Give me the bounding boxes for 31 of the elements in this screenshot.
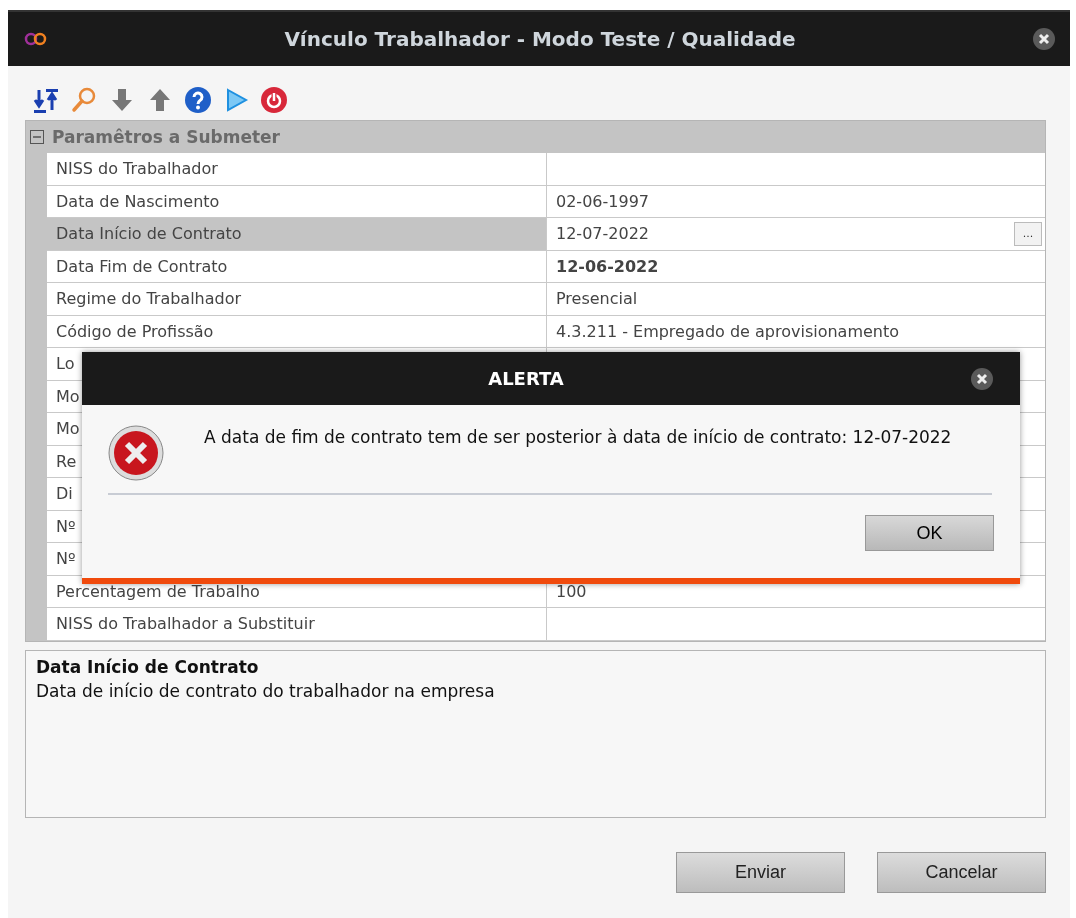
alert-message: A data de fim de contrato tem de ser posterior à data de início de contrato: 12-07-2022 [204, 427, 952, 449]
category-label: Paramêtros a Submeter [52, 127, 280, 147]
property-name[interactable]: Regime do Trabalhador [47, 283, 547, 316]
error-icon [108, 425, 164, 481]
property-name[interactable]: Código de Profissão [47, 315, 547, 348]
property-value[interactable]: 12-07-2022 ... [547, 218, 1045, 251]
logo-icon [24, 32, 48, 46]
property-value[interactable]: Presencial [547, 283, 1045, 316]
property-name[interactable]: Data Início de Contrato [47, 218, 547, 251]
search-icon[interactable] [70, 86, 98, 114]
sort-icon[interactable] [32, 86, 60, 114]
ellipsis-button[interactable]: ... [1014, 221, 1042, 246]
window-title: Vínculo Trabalhador - Modo Teste / Qualidade [283, 27, 797, 51]
dialog-button[interactable]: Cancelar [877, 851, 1046, 893]
ok-button[interactable]: OK [865, 515, 994, 551]
description-title: Data Início de Contrato [36, 656, 260, 677]
property-name[interactable]: Data de Nascimento [47, 185, 547, 218]
property-value[interactable]: 02-06-1997 [547, 185, 1045, 218]
dialog-title: ALERTA [487, 368, 565, 389]
help-icon[interactable] [184, 86, 212, 114]
collapse-icon[interactable] [30, 130, 44, 144]
property-value[interactable]: 12-06-2022 [547, 250, 1045, 283]
dialog-button[interactable]: Enviar [676, 851, 845, 893]
property-name[interactable]: NISS do Trabalhador [47, 153, 547, 186]
property-name[interactable]: NISS do Trabalhador a Substituir [47, 608, 547, 641]
description-text: Data de início de contrato do trabalhador na empresa [36, 680, 496, 701]
property-name[interactable]: Data Fim de Contrato [47, 250, 547, 283]
power-icon[interactable] [260, 86, 288, 114]
close-icon[interactable] [970, 366, 994, 391]
property-value[interactable]: 4.3.211 - Empregado de aprovisionamento [547, 315, 1045, 348]
close-icon[interactable] [1032, 27, 1056, 51]
